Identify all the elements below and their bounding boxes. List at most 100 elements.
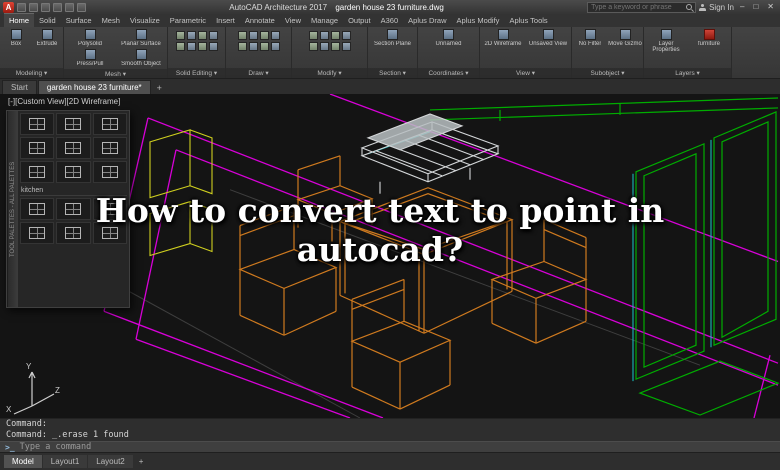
ribbon-button-unsaved-view[interactable]: Unsaved View: [526, 28, 570, 47]
palette-block[interactable]: [56, 137, 91, 159]
tool-icon[interactable]: [248, 42, 258, 51]
panel-label-subobject[interactable]: Subobject ▾: [572, 68, 643, 78]
ribbon-tab-annotate[interactable]: Annotate: [240, 14, 280, 27]
search-input[interactable]: [591, 3, 684, 11]
new-layout-button[interactable]: +: [134, 455, 149, 468]
ribbon-tab-aplus-draw[interactable]: Aplus Draw: [403, 14, 451, 27]
ribbon-tab-a360[interactable]: A360: [376, 14, 404, 27]
layout-tab-layout1[interactable]: Layout1: [42, 455, 88, 468]
palette-block[interactable]: [20, 113, 55, 135]
file-tab-garden-house-23-furniture[interactable]: garden house 23 furniture*: [37, 80, 151, 94]
ribbon-tab-manage[interactable]: Manage: [306, 14, 343, 27]
new-drawing-tab-button[interactable]: +: [152, 82, 167, 94]
ribbon-tab-aplus-modify[interactable]: Aplus Modify: [452, 14, 505, 27]
plot-icon[interactable]: [53, 2, 62, 12]
tool-icon[interactable]: [186, 42, 196, 51]
sign-in-button[interactable]: Sign In: [709, 3, 734, 12]
palette-block[interactable]: [20, 161, 55, 183]
save-icon[interactable]: [41, 2, 50, 12]
palette-block[interactable]: [20, 137, 55, 159]
layout-tab-model[interactable]: Model: [4, 455, 42, 468]
ribbon-tab-surface[interactable]: Surface: [61, 14, 97, 27]
ribbon-tab-parametric[interactable]: Parametric: [165, 14, 211, 27]
ribbon-tab-home[interactable]: Home: [4, 13, 35, 27]
viewport-controls-label[interactable]: [-][Custom View][2D Wireframe]: [8, 97, 120, 106]
panel-body: Section Plane: [368, 27, 417, 68]
panel-label-mesh[interactable]: Mesh ▾: [64, 68, 167, 78]
ribbon-tab-insert[interactable]: Insert: [211, 14, 240, 27]
open-file-icon[interactable]: [29, 2, 38, 12]
tool-icon[interactable]: [237, 31, 247, 40]
tool-icon[interactable]: [319, 42, 329, 51]
tool-icon[interactable]: [197, 42, 207, 51]
tool-icon[interactable]: [259, 31, 269, 40]
ribbon-button-no-filter[interactable]: No Filter: [573, 28, 607, 47]
undo-icon[interactable]: [65, 2, 74, 12]
tool-icon[interactable]: [175, 31, 185, 40]
ribbon-tab-aplus-tools[interactable]: Aplus Tools: [504, 14, 552, 27]
panel-label-layers[interactable]: Layers ▾: [644, 68, 731, 78]
search-icon[interactable]: [686, 4, 693, 10]
panel-label-view[interactable]: View ▾: [480, 68, 571, 78]
tool-icon[interactable]: [330, 31, 340, 40]
ribbon-button-move-gizmo[interactable]: Move Gizmo: [608, 28, 642, 47]
ribbon-button-polysolid[interactable]: Polysolid: [65, 28, 115, 47]
palette-block[interactable]: [92, 137, 127, 159]
close-button[interactable]: ✕: [764, 1, 777, 13]
panel-label-modeling[interactable]: Modeling ▾: [0, 68, 63, 78]
ribbon-button-box[interactable]: Box: [1, 28, 31, 47]
ribbon-button-layer-properties[interactable]: Layer Properties: [645, 28, 687, 54]
file-tab-start[interactable]: Start: [2, 80, 37, 94]
palette-block[interactable]: [92, 113, 127, 135]
tool-icon[interactable]: [341, 42, 351, 51]
new-file-icon[interactable]: [17, 2, 26, 12]
palette-block[interactable]: [56, 161, 91, 183]
ribbon-button-extrude[interactable]: Extrude: [32, 28, 62, 47]
tool-icon[interactable]: [308, 42, 318, 51]
ribbon-tab-visualize[interactable]: Visualize: [125, 14, 165, 27]
tool-icon[interactable]: [248, 31, 258, 40]
command-input[interactable]: >_ Type a command: [0, 441, 780, 452]
tool-icon[interactable]: [237, 42, 247, 51]
minimize-button[interactable]: –: [737, 1, 747, 13]
redo-icon[interactable]: [77, 2, 86, 12]
tool-icon[interactable]: [186, 31, 196, 40]
panel-body: Layer Properties furniture: [644, 27, 731, 68]
tool-icon[interactable]: [259, 42, 269, 51]
tool-icon[interactable]: [330, 42, 340, 51]
ribbon-button-furniture[interactable]: furniture: [688, 28, 730, 54]
panel-label-solid-editing[interactable]: Solid Editing ▾: [168, 68, 225, 78]
palette-block[interactable]: [92, 161, 127, 183]
palette-block[interactable]: [56, 113, 91, 135]
drawing-viewport[interactable]: [-][Custom View][2D Wireframe] TOOL PALE…: [0, 94, 780, 418]
ribbon-button-unnamed[interactable]: Unnamed: [419, 28, 478, 47]
panel-label-modify[interactable]: Modify ▾: [292, 68, 367, 78]
tool-icon[interactable]: [175, 42, 185, 51]
tool-icon[interactable]: [270, 31, 280, 40]
ribbon-tab-output[interactable]: Output: [343, 14, 376, 27]
ribbon-button-smooth-object[interactable]: Smooth Object: [116, 48, 166, 67]
tool-icon[interactable]: [197, 31, 207, 40]
tool-icon[interactable]: [208, 31, 218, 40]
ribbon-button-2d-wireframe[interactable]: 2D Wireframe: [481, 28, 525, 47]
tool-icon[interactable]: [208, 42, 218, 51]
tool-icon[interactable]: [341, 31, 351, 40]
ribbon-tab-view[interactable]: View: [280, 14, 306, 27]
ribbon-tab-solid[interactable]: Solid: [34, 14, 61, 27]
ribbon-button-press-pull[interactable]: Press/Pull: [65, 48, 115, 67]
tool-icon[interactable]: [319, 31, 329, 40]
autocad-logo-icon[interactable]: A: [3, 1, 14, 13]
panel-label-section[interactable]: Section ▾: [368, 68, 417, 78]
panel-label-coordinates[interactable]: Coordinates ▾: [418, 68, 479, 78]
layout-tab-layout2[interactable]: Layout2: [88, 455, 133, 468]
ribbon-button-label: Planar Surface: [121, 41, 161, 47]
tool-icon[interactable]: [270, 42, 280, 51]
ribbon-button-section-plane[interactable]: Section Plane: [369, 28, 416, 47]
panel-label-draw[interactable]: Draw ▾: [226, 68, 291, 78]
box-icon: [10, 29, 22, 40]
tool-palette-title-bar[interactable]: TOOL PALETTES - ALL PALETTES: [7, 111, 18, 307]
ribbon-tab-mesh[interactable]: Mesh: [97, 14, 125, 27]
maximize-button[interactable]: □: [750, 1, 761, 13]
tool-icon[interactable]: [308, 31, 318, 40]
ribbon-button-planar-surface[interactable]: Planar Surface: [116, 28, 166, 47]
